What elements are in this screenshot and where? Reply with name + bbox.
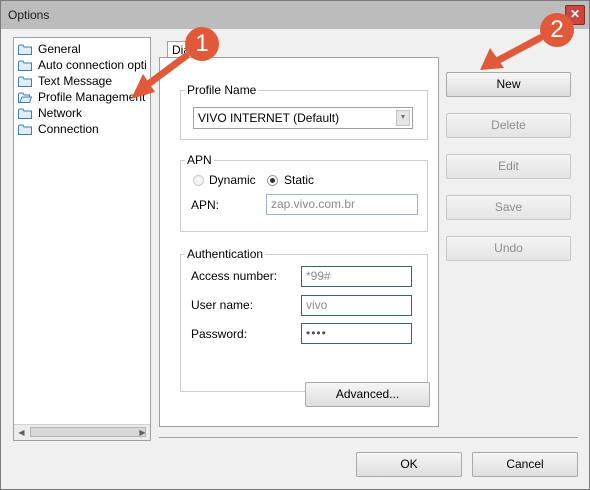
- step-badge-2: 2: [540, 13, 574, 47]
- annotation-arrows: [131, 34, 544, 99]
- arrow-2-icon: [480, 34, 544, 70]
- arrow-1-icon: [131, 52, 190, 99]
- step-badge-1: 1: [185, 27, 219, 61]
